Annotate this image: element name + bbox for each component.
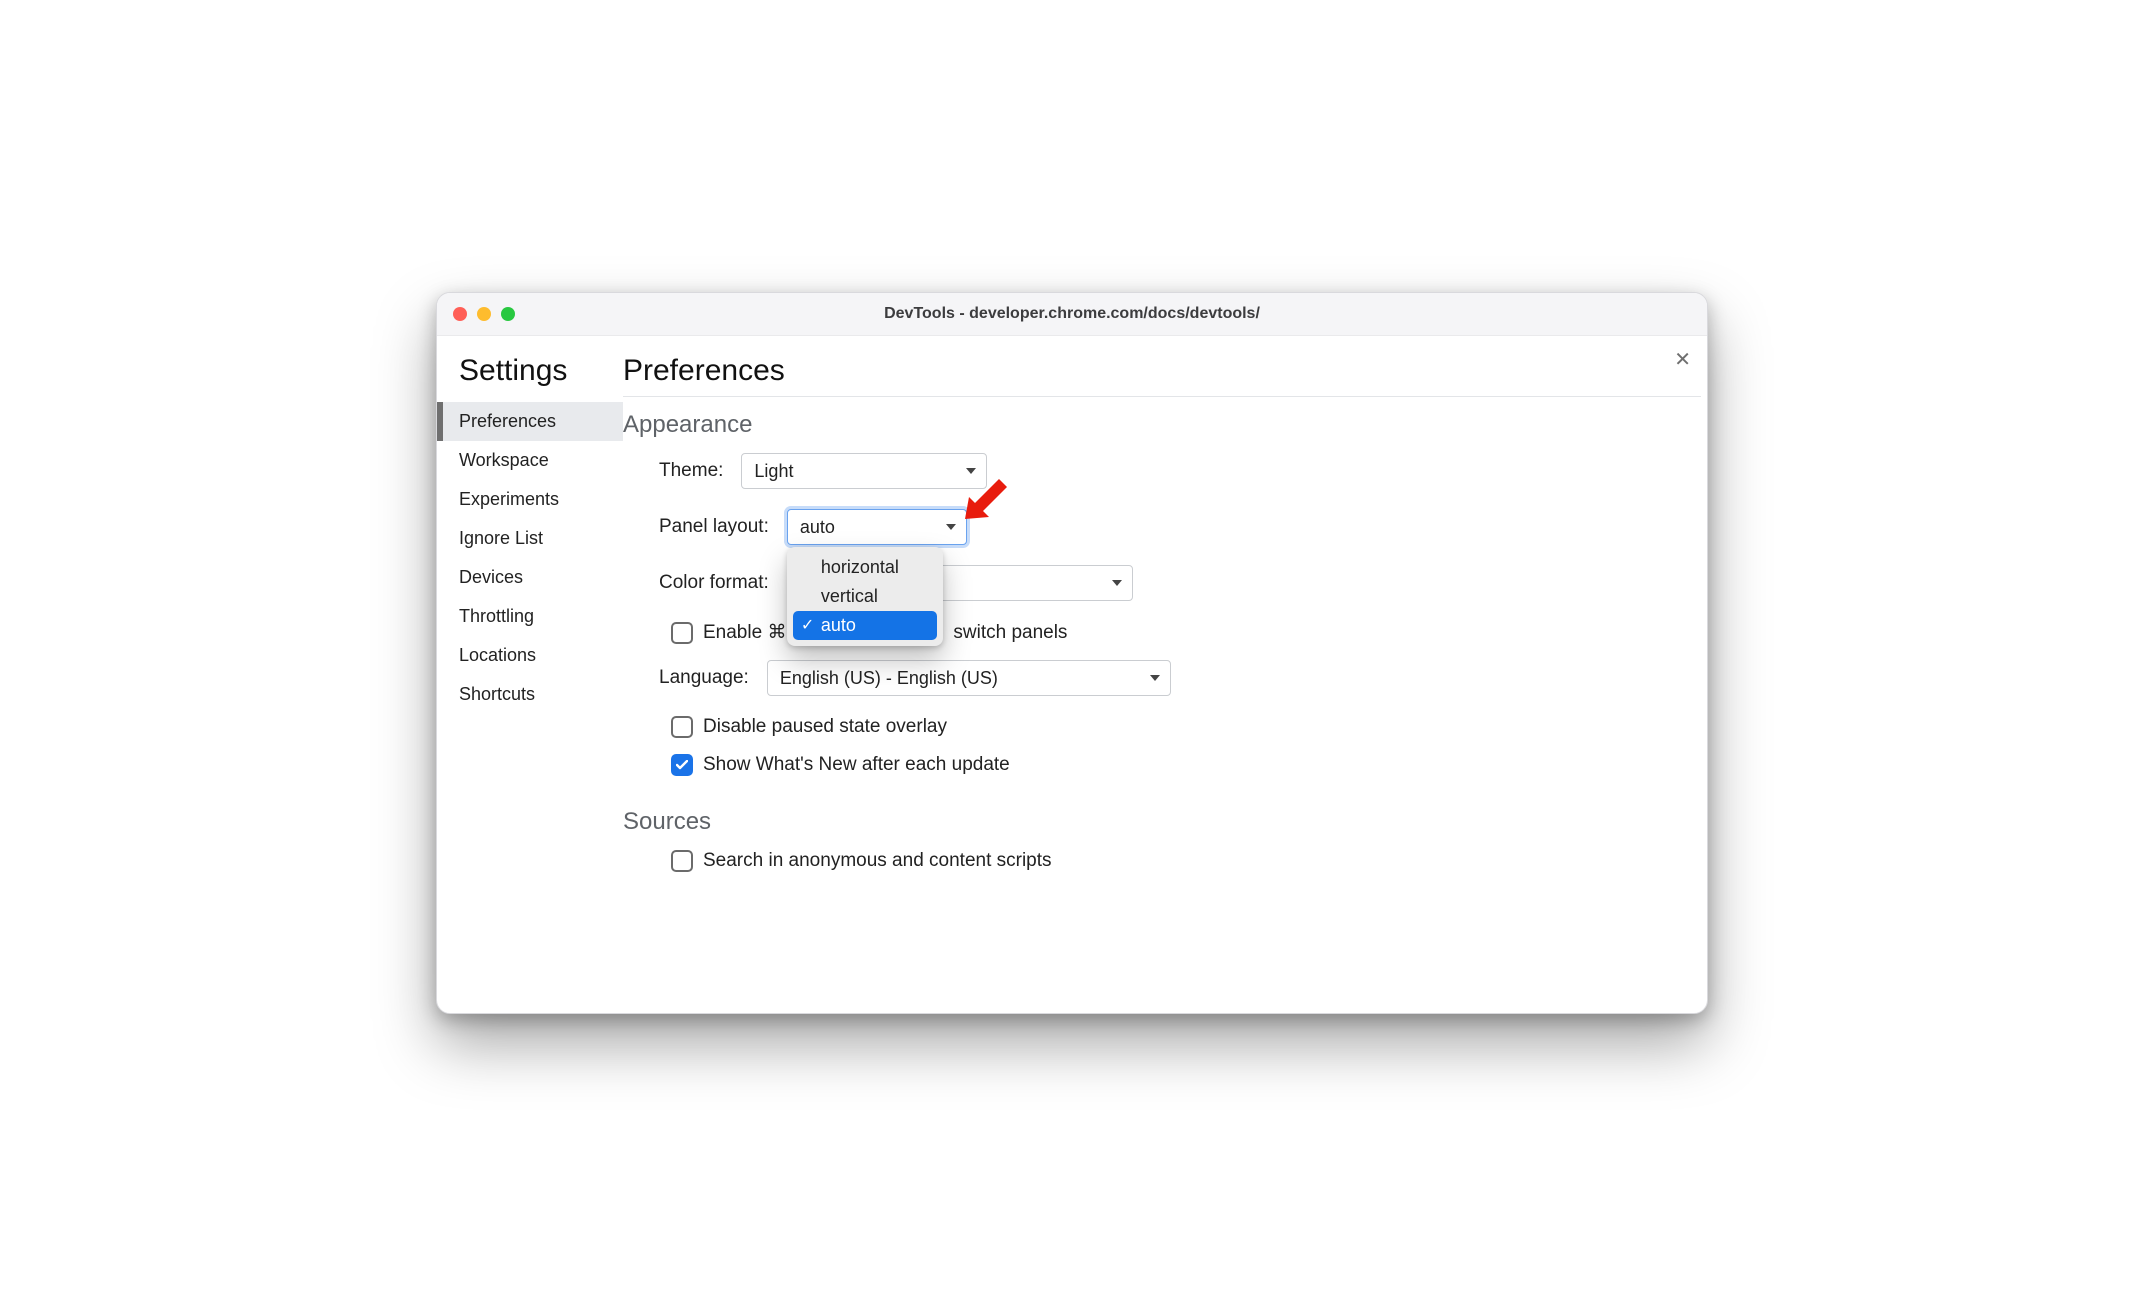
sidebar-item-label: Preferences [459, 411, 556, 431]
window-traffic-lights [453, 307, 515, 321]
panel-layout-option-horizontal[interactable]: horizontal [793, 553, 937, 582]
row-theme: Theme: Light [659, 453, 1701, 489]
settings-content: Preferences Appearance Theme: Light Pane… [623, 336, 1707, 1013]
chevron-down-icon [946, 524, 956, 530]
theme-select-value: Light [754, 461, 793, 482]
sidebar-item-label: Throttling [459, 606, 534, 626]
row-search-anonymous[interactable]: Search in anonymous and content scripts [671, 850, 1701, 872]
sidebar-item-workspace[interactable]: Workspace [437, 441, 623, 480]
search-anonymous-label: Search in anonymous and content scripts [703, 850, 1052, 872]
theme-label: Theme: [659, 460, 723, 482]
settings-nav: Preferences Workspace Experiments Ignore… [437, 402, 623, 714]
show-whats-new-checkbox[interactable] [671, 754, 693, 776]
language-select[interactable]: English (US) - English (US) [767, 660, 1171, 696]
sidebar-item-throttling[interactable]: Throttling [437, 597, 623, 636]
row-show-whats-new[interactable]: Show What's New after each update [671, 754, 1701, 776]
settings-heading: Settings [459, 354, 623, 388]
panel-layout-option-auto[interactable]: auto [793, 611, 937, 640]
search-anonymous-checkbox[interactable] [671, 850, 693, 872]
disable-overlay-checkbox[interactable] [671, 716, 693, 738]
row-panel-layout: Panel layout: auto [659, 509, 1701, 545]
row-disable-overlay[interactable]: Disable paused state overlay [671, 716, 1701, 738]
sidebar-item-label: Locations [459, 645, 536, 665]
language-label: Language: [659, 667, 749, 689]
disable-overlay-label: Disable paused state overlay [703, 716, 947, 738]
window-title: DevTools - developer.chrome.com/docs/dev… [437, 305, 1707, 323]
language-select-value: English (US) - English (US) [780, 668, 998, 689]
settings-sidebar: Settings Preferences Workspace Experimen… [437, 336, 623, 1013]
group-title-appearance: Appearance [623, 411, 1701, 439]
window-minimize-button[interactable] [477, 307, 491, 321]
panel-layout-label: Panel layout: [659, 516, 769, 538]
sidebar-item-label: Workspace [459, 450, 549, 470]
divider [623, 396, 1701, 397]
settings-window: DevTools - developer.chrome.com/docs/dev… [436, 292, 1708, 1014]
panel-layout-select[interactable]: auto [787, 509, 967, 545]
color-format-label: Color format: [659, 572, 769, 594]
sidebar-item-label: Ignore List [459, 528, 543, 548]
option-label: horizontal [821, 557, 899, 577]
sidebar-item-devices[interactable]: Devices [437, 558, 623, 597]
group-title-sources: Sources [623, 808, 1701, 836]
sidebar-item-experiments[interactable]: Experiments [437, 480, 623, 519]
row-language: Language: English (US) - English (US) [659, 660, 1701, 696]
sidebar-item-label: Shortcuts [459, 684, 535, 704]
sidebar-item-ignore-list[interactable]: Ignore List [437, 519, 623, 558]
sidebar-item-label: Experiments [459, 489, 559, 509]
show-whats-new-label: Show What's New after each update [703, 754, 1010, 776]
option-label: vertical [821, 586, 878, 606]
panel-layout-option-vertical[interactable]: vertical [793, 582, 937, 611]
option-label: auto [821, 615, 856, 635]
window-close-button[interactable] [453, 307, 467, 321]
chevron-down-icon [1112, 580, 1122, 586]
page-title: Preferences [623, 354, 1701, 388]
sidebar-item-shortcuts[interactable]: Shortcuts [437, 675, 623, 714]
settings-scroll[interactable]: Preferences Appearance Theme: Light Pane… [623, 336, 1707, 1013]
enable-shortcut-checkbox[interactable] [671, 622, 693, 644]
panel-layout-dropdown: horizontal vertical auto [787, 547, 943, 646]
sidebar-item-label: Devices [459, 567, 523, 587]
theme-select[interactable]: Light [741, 453, 987, 489]
chevron-down-icon [966, 468, 976, 474]
panel-layout-select-value: auto [800, 517, 835, 538]
chevron-down-icon [1150, 675, 1160, 681]
sidebar-item-locations[interactable]: Locations [437, 636, 623, 675]
window-zoom-button[interactable] [501, 307, 515, 321]
window-titlebar: DevTools - developer.chrome.com/docs/dev… [437, 293, 1707, 336]
sidebar-item-preferences[interactable]: Preferences [437, 402, 623, 441]
